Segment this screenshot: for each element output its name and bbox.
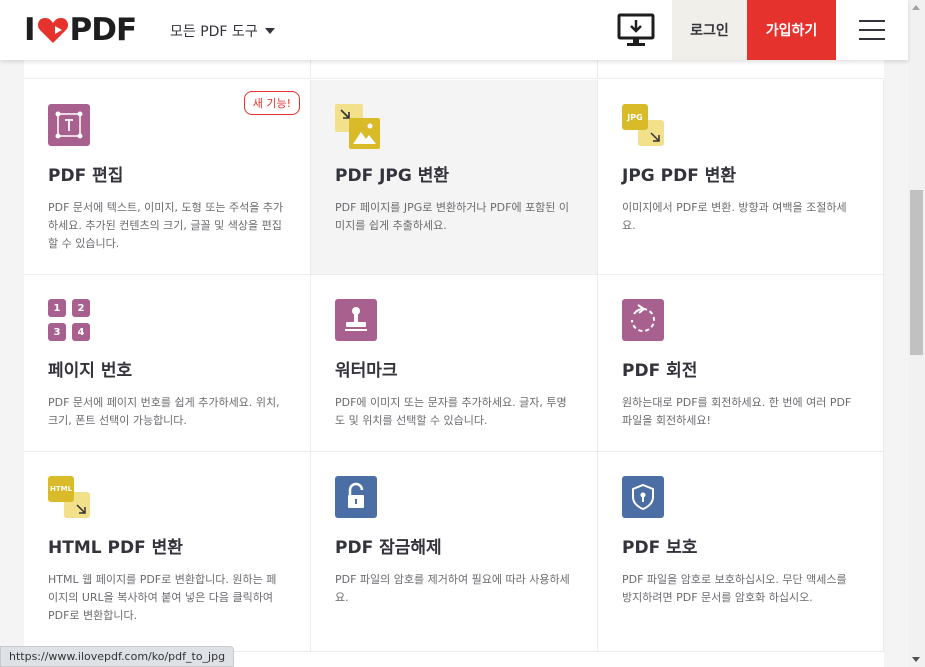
desktop-download-icon[interactable]	[616, 12, 656, 48]
login-button[interactable]: 로그인	[672, 0, 747, 60]
jpg-to-pdf-icon: JPG	[622, 104, 666, 148]
tool-description: HTML 웹 페이지를 PDF로 변환합니다. 원하는 페이지의 URL을 복사…	[48, 573, 277, 623]
tool-description: PDF 파일을 암호로 보호하십시오. 무단 액세스를 방지하려면 PDF 문서…	[622, 573, 847, 605]
tool-title: PDF 회전	[622, 361, 698, 381]
tool-card-unlock-pdf[interactable]: PDF 잠금해제 PDF 파일의 암호를 제거하여 필요에 따라 사용하세요.	[311, 452, 598, 652]
page-numbers-icon: 1 2 3 4	[48, 299, 92, 343]
scroll-up-icon[interactable]	[912, 5, 920, 10]
tool-card-pdf-to-jpg[interactable]: PDF JPG 변환 PDF 페이지를 JPG로 변환하거나 PDF에 포함된 …	[311, 80, 598, 275]
login-label: 로그인	[690, 23, 729, 39]
tool-card-protect-pdf[interactable]: PDF 보호 PDF 파일을 암호로 보호하십시오. 무단 액세스를 방지하려면…	[598, 452, 884, 652]
tool-title: PDF 편집	[48, 166, 124, 186]
edit-pdf-icon	[48, 104, 92, 148]
previous-row-edge	[24, 60, 884, 79]
tool-card-jpg-to-pdf[interactable]: JPG JPG PDF 변환 이미지에서 PDF로 변환. 방향과 여백을 조절…	[598, 80, 884, 275]
tool-title: 워터마크	[335, 361, 398, 381]
html-to-pdf-icon: HTML	[48, 476, 92, 520]
tool-title: PDF 잠금해제	[335, 538, 442, 558]
page-scrollbar[interactable]	[908, 0, 925, 667]
tool-description: PDF 문서에 텍스트, 이미지, 도형 또는 주석을 추가하세요. 추가된 컨…	[48, 201, 284, 251]
rotate-icon	[622, 299, 666, 343]
all-tools-menu[interactable]: 모든 PDF 도구	[170, 21, 275, 41]
scroll-thumb[interactable]	[910, 190, 923, 355]
tool-card-html-to-pdf[interactable]: HTML HTML PDF 변환 HTML 웹 페이지를 PDF로 변환합니다.…	[24, 452, 311, 652]
tool-card-edit-pdf[interactable]: 새 기능! PDF 편집 PDF 문서에 텍스트, 이미지, 도형 또는 주석을…	[24, 80, 311, 275]
hamburger-menu-icon[interactable]	[859, 20, 885, 40]
pdf-to-jpg-icon	[335, 104, 380, 149]
tool-title: PDF JPG 변환	[335, 166, 450, 186]
tool-description: PDF 문서에 페이지 번호를 쉽게 추가하세요. 위치, 크기, 폰트 선택이…	[48, 396, 280, 428]
caret-down-icon	[264, 28, 275, 34]
tool-card-rotate-pdf[interactable]: PDF 회전 원하는대로 PDF를 회전하세요. 한 번에 여러 PDF 파일을…	[598, 275, 884, 452]
ilovepdf-logo[interactable]: I PDF	[24, 12, 137, 48]
shield-lock-icon	[622, 476, 666, 520]
tool-description: PDF에 이미지 또는 문자를 추가하세요. 글자, 투명도 및 위치를 선택할…	[335, 396, 567, 428]
tool-description: PDF 파일의 암호를 제거하여 필요에 따라 사용하세요.	[335, 573, 570, 605]
tool-description: 이미지에서 PDF로 변환. 방향과 여백을 조절하세요.	[622, 201, 847, 233]
all-tools-label: 모든 PDF 도구	[170, 24, 258, 40]
tool-card-watermark[interactable]: 워터마크 PDF에 이미지 또는 문자를 추가하세요. 글자, 투명도 및 위치…	[311, 275, 598, 452]
watermark-stamp-icon	[335, 299, 379, 343]
tool-card-page-numbers[interactable]: 1 2 3 4 페이지 번호 PDF 문서에 페이지 번호를 쉽게 추가하세요.…	[24, 275, 311, 452]
signup-button[interactable]: 가입하기	[747, 0, 836, 60]
tool-title: PDF 보호	[622, 538, 698, 558]
heart-icon	[37, 18, 68, 43]
scroll-down-icon[interactable]	[912, 657, 920, 662]
unlock-icon	[335, 476, 379, 520]
tool-title: 페이지 번호	[48, 361, 133, 381]
tool-description: PDF 페이지를 JPG로 변환하거나 PDF에 포함된 이미지를 쉽게 추출하…	[335, 201, 570, 233]
tool-title: HTML PDF 변환	[48, 538, 183, 558]
status-bar-url: https://www.ilovepdf.com/ko/pdf_to_jpg	[0, 646, 235, 667]
signup-label: 가입하기	[765, 23, 818, 39]
header: I PDF 모든 PDF 도구 로그인 가입하기	[0, 0, 908, 60]
tool-title: JPG PDF 변환	[622, 166, 737, 186]
tool-description: 원하는대로 PDF를 회전하세요. 한 번에 여러 PDF 파일을 회전하세요!	[622, 396, 852, 428]
new-feature-badge: 새 기능!	[243, 91, 300, 115]
